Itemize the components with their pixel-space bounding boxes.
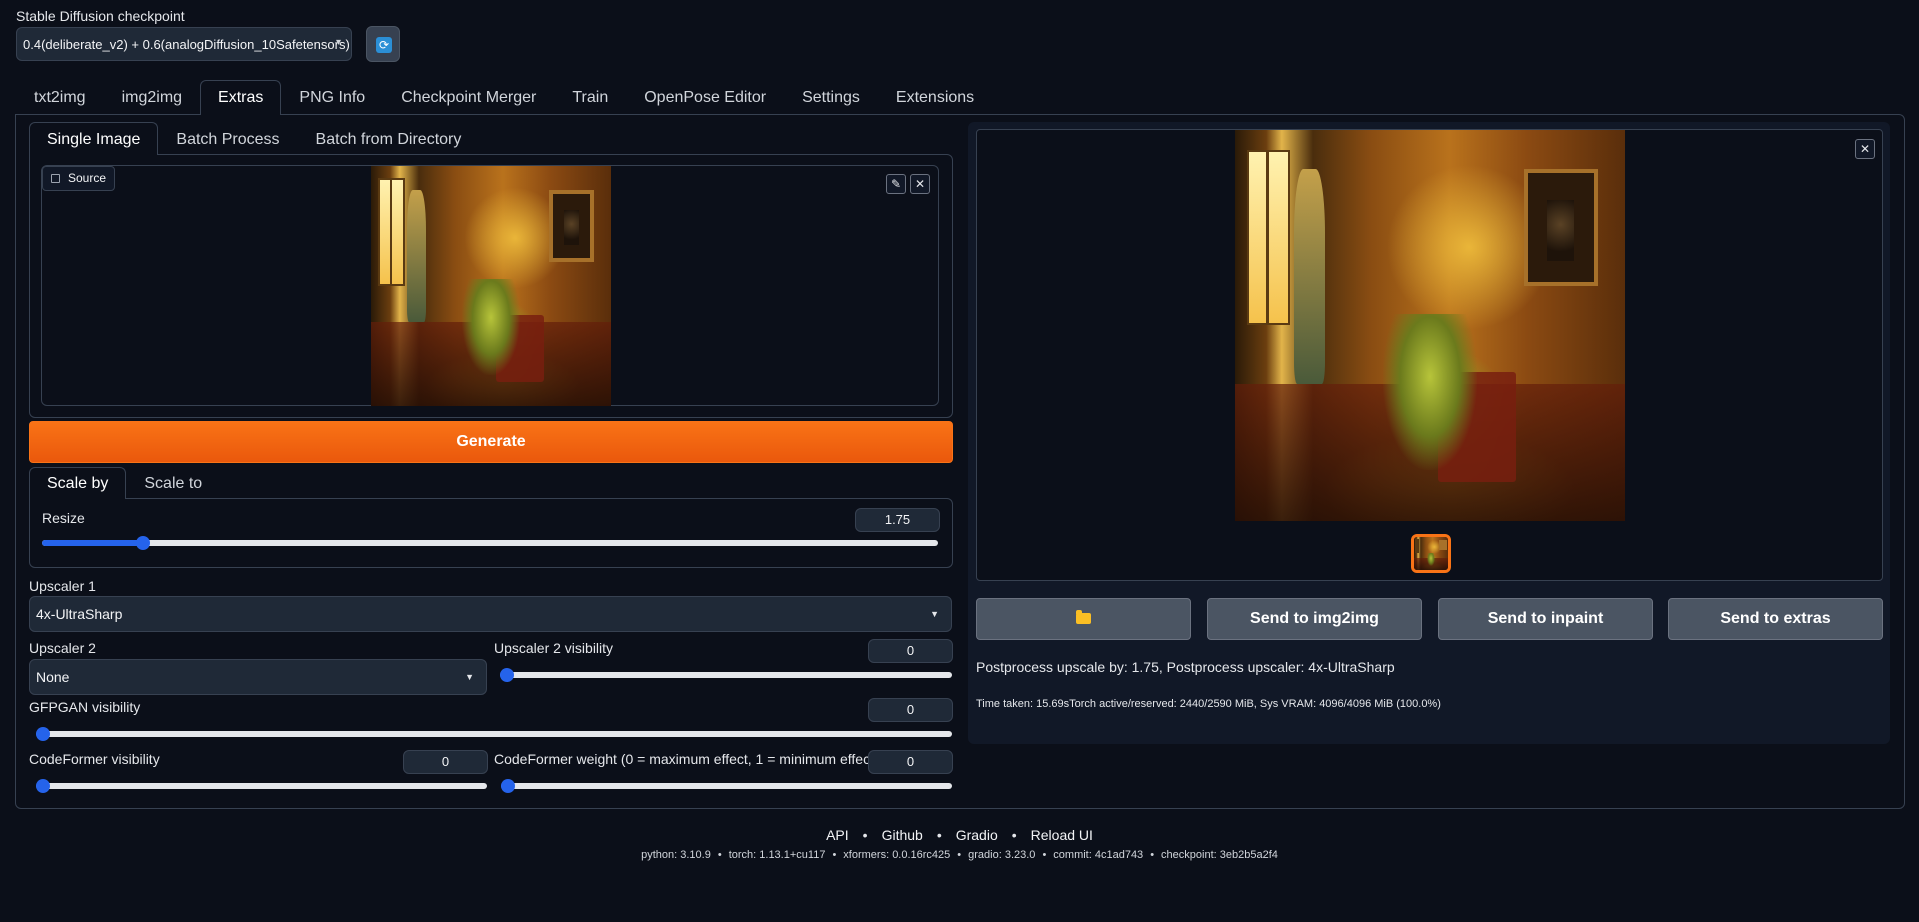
footer-link-github[interactable]: Github <box>882 827 923 843</box>
version-python: python: 3.10.9 <box>641 849 711 861</box>
refresh-checkpoint-button[interactable]: ⟳ <box>366 26 400 62</box>
checkpoint-label: Stable Diffusion checkpoint <box>16 8 185 24</box>
refresh-icon: ⟳ <box>376 37 392 53</box>
open-folder-button[interactable] <box>976 598 1191 640</box>
upscaler1-value: 4x-UltraSharp <box>36 606 123 622</box>
tab-openpose-editor[interactable]: OpenPose Editor <box>626 80 784 114</box>
footer-link-reload-ui[interactable]: Reload UI <box>1031 827 1093 843</box>
codeformer-visibility-label: CodeFormer visibility <box>29 751 160 767</box>
send-to-extras-button[interactable]: Send to extras <box>1668 598 1883 640</box>
codeformer-visibility-slider[interactable] <box>36 779 487 793</box>
upscaler2-label: Upscaler 2 <box>29 640 96 656</box>
tab-train[interactable]: Train <box>554 80 626 114</box>
codeformer-visibility-input[interactable]: 0 <box>403 750 488 774</box>
upscaler2-visibility-slider[interactable] <box>500 668 952 682</box>
upscaler2-select[interactable]: None ▼ <box>29 659 487 695</box>
time-taken-info: Time taken: 15.69sTorch active/reserved:… <box>976 698 1441 710</box>
tab-single-image[interactable]: Single Image <box>29 122 159 155</box>
tab-txt2img[interactable]: txt2img <box>16 80 104 114</box>
footer-link-gradio[interactable]: Gradio <box>956 827 998 843</box>
scale-tabs: Scale by Scale to <box>29 467 220 499</box>
gfpgan-visibility-slider[interactable] <box>36 727 952 741</box>
generation-info: Postprocess upscale by: 1.75, Postproces… <box>976 659 1395 675</box>
tab-png-info[interactable]: PNG Info <box>281 80 383 114</box>
resize-input[interactable]: 1.75 <box>855 508 940 532</box>
upscaler1-label: Upscaler 1 <box>29 578 96 594</box>
tab-batch-from-directory[interactable]: Batch from Directory <box>298 122 480 155</box>
image-icon <box>51 174 60 183</box>
source-label: Source <box>42 166 116 191</box>
extras-sub-tabs: Single Image Batch Process Batch from Di… <box>29 122 479 155</box>
scale-by-panel <box>29 498 953 568</box>
dropdown-caret-icon: ▼ <box>465 672 474 682</box>
gfpgan-visibility-thumb[interactable] <box>36 727 50 741</box>
tab-settings[interactable]: Settings <box>784 80 878 114</box>
send-to-img2img-button[interactable]: Send to img2img <box>1207 598 1422 640</box>
dropdown-caret-icon: ▾ <box>335 37 341 48</box>
version-checkpoint: checkpoint: 3eb2b5a2f4 <box>1161 849 1278 861</box>
footer-link-api[interactable]: API <box>826 827 849 843</box>
folder-icon <box>1076 610 1091 624</box>
upscaler2-visibility-label: Upscaler 2 visibility <box>494 640 614 656</box>
gallery-thumbnail[interactable] <box>1411 534 1451 573</box>
resize-label: Resize <box>42 510 85 526</box>
tab-checkpoint-merger[interactable]: Checkpoint Merger <box>383 80 554 114</box>
checkpoint-select[interactable]: 0.4(deliberate_v2) + 0.6(analogDiffusion… <box>16 27 352 61</box>
version-commit: commit: 4c1ad743 <box>1053 849 1144 861</box>
upscaler1-select[interactable]: 4x-UltraSharp ▼ <box>29 596 952 632</box>
tab-extensions[interactable]: Extensions <box>878 80 992 114</box>
dropdown-caret-icon: ▼ <box>930 609 939 619</box>
main-tabs: txt2img img2img Extras PNG Info Checkpoi… <box>16 80 992 116</box>
output-image[interactable] <box>1235 130 1625 521</box>
tab-batch-process[interactable]: Batch Process <box>158 122 297 155</box>
tab-scale-to[interactable]: Scale to <box>126 467 220 499</box>
footer-versions: python: 3.10.9 • torch: 1.13.1+cu117 • xform… <box>641 849 1278 861</box>
gfpgan-visibility-input[interactable]: 0 <box>868 698 953 722</box>
version-xformers: xformers: 0.0.16rc425 <box>843 849 951 861</box>
tab-extras[interactable]: Extras <box>200 80 282 115</box>
gfpgan-visibility-label: GFPGAN visibility <box>29 699 141 715</box>
upscaler2-visibility-input[interactable]: 0 <box>868 639 953 663</box>
close-icon[interactable]: ✕ <box>1855 139 1875 159</box>
codeformer-weight-input[interactable]: 0 <box>868 750 953 774</box>
checkpoint-value: 0.4(deliberate_v2) + 0.6(analogDiffusion… <box>23 37 350 52</box>
version-torch: torch: 1.13.1+cu117 <box>728 849 826 861</box>
edit-image-icon[interactable]: ✎ <box>886 174 906 194</box>
codeformer-visibility-thumb[interactable] <box>36 779 50 793</box>
tab-img2img[interactable]: img2img <box>104 80 200 114</box>
version-gradio: gradio: 3.23.0 <box>968 849 1036 861</box>
upscaler2-value: None <box>36 669 70 685</box>
footer-links: API • Github • Gradio • Reload UI <box>826 827 1093 843</box>
codeformer-weight-slider[interactable] <box>501 779 952 793</box>
generate-button[interactable]: Generate <box>29 421 953 463</box>
clear-image-icon[interactable]: ✕ <box>910 174 930 194</box>
send-to-inpaint-button[interactable]: Send to inpaint <box>1438 598 1653 640</box>
codeformer-weight-thumb[interactable] <box>501 779 515 793</box>
tab-scale-by[interactable]: Scale by <box>29 467 127 499</box>
upscaler2-visibility-thumb[interactable] <box>500 668 514 682</box>
resize-slider[interactable] <box>42 536 938 550</box>
source-image <box>371 166 611 406</box>
codeformer-weight-label: CodeFormer weight (0 = maximum effect, 1… <box>494 751 879 767</box>
